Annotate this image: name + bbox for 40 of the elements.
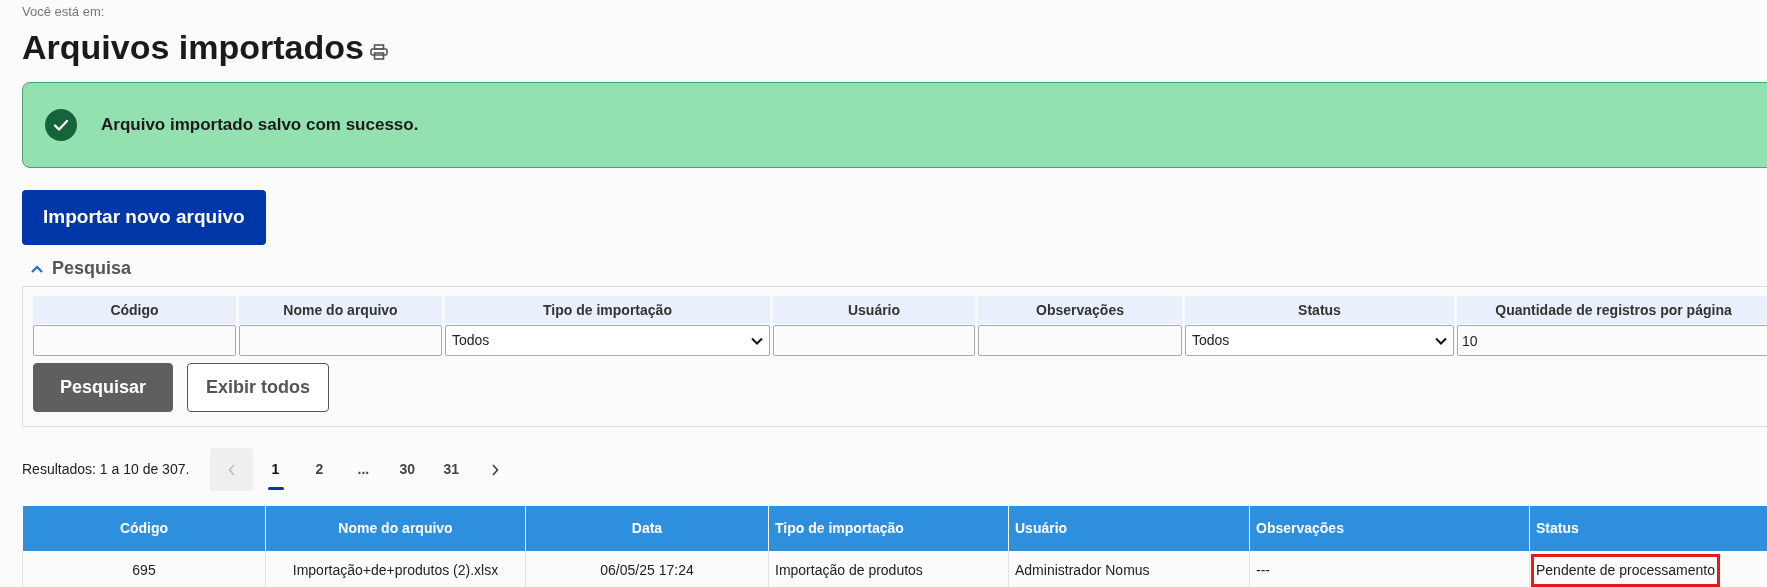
table-cell: --- (1256, 561, 1270, 578)
column-label: Código (33, 296, 236, 324)
input-field[interactable] (978, 325, 1182, 356)
import-button[interactable]: Importar novo arquivo (22, 190, 266, 245)
chevron-down-icon (1435, 336, 1447, 345)
dropdown[interactable]: Todos (445, 325, 770, 356)
input-field[interactable] (33, 325, 236, 356)
breadcrumb-label: Você está em: (22, 4, 106, 20)
results-summary: Resultados: 1 a 10 de 307. (22, 460, 190, 479)
column-label: Quantidade de registros por página (1457, 296, 1767, 324)
table-cell: 695 (132, 561, 156, 578)
page-link[interactable]: 2 (297, 448, 342, 491)
column-label: Nome do arquivo (239, 296, 442, 324)
search-toggle[interactable]: Pesquisa (30, 255, 1767, 282)
chevron-left-icon (227, 463, 236, 476)
search-button[interactable]: Pesquisar (33, 363, 173, 412)
chevron-down-icon (751, 336, 763, 345)
page-link[interactable]: 31 (429, 448, 474, 491)
page-link[interactable]: 30 (385, 448, 430, 491)
column-label: Status (1185, 296, 1454, 324)
input-field[interactable] (239, 325, 442, 356)
alert-message: Arquivo importado salvo com sucesso. (101, 114, 419, 137)
column-label: Usuário (773, 296, 975, 324)
dropdown[interactable]: Todos (1185, 325, 1454, 356)
column-label: Tipo de importação (445, 296, 770, 324)
chevron-right-icon (491, 463, 500, 476)
print-icon[interactable] (369, 44, 388, 60)
page-title: Arquivos importados (22, 28, 364, 66)
table-cell: 06/05/25 17:24 (600, 561, 694, 578)
check-icon (45, 109, 77, 141)
table-cell: Importação de produtos (775, 561, 923, 578)
page-link[interactable]: 1 (253, 448, 298, 491)
column-label: Observações (978, 296, 1182, 324)
input-field[interactable] (773, 325, 975, 356)
input-field[interactable]: 10 (1457, 325, 1767, 356)
show-all-button[interactable]: Exibir todos (187, 363, 329, 412)
table-cell: Administrador Nomus (1015, 561, 1150, 578)
page-link[interactable]: ... (341, 448, 386, 491)
table-cell: Pendente de processamento (1531, 553, 1720, 587)
table-cell: Importação+de+produtos (2).xlsx (292, 561, 499, 578)
